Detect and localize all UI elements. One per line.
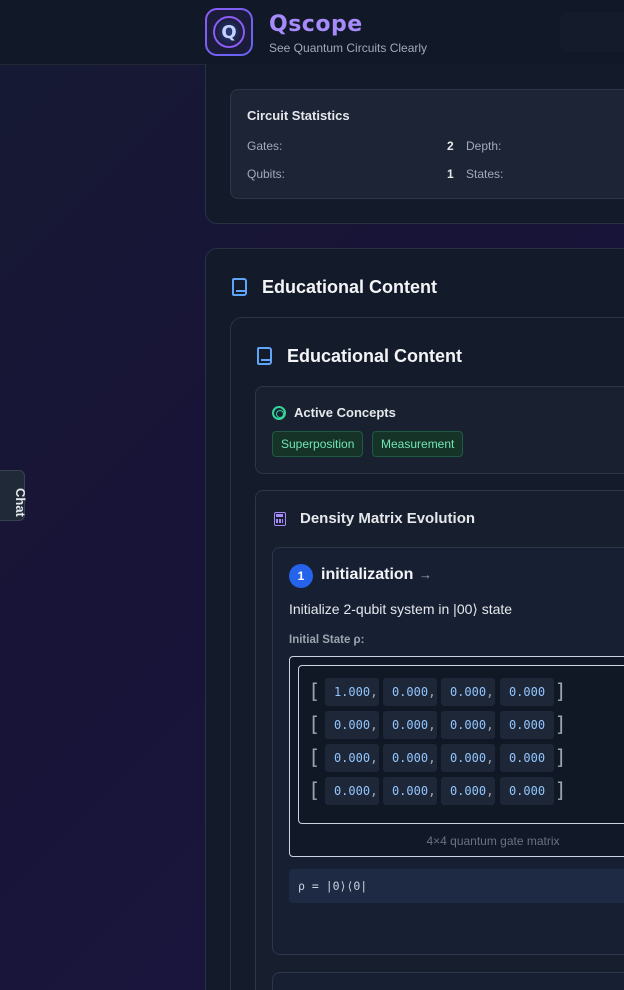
matrix-caption: 4×4 quantum gate matrix (426, 834, 560, 848)
matrix-separator: , (428, 751, 436, 766)
matrix-bracket-left: [ (311, 778, 319, 802)
educational-content-heading: Educational Content (262, 277, 437, 297)
matrix-bracket-left: [ (311, 712, 319, 736)
header-action[interactable] (560, 12, 624, 52)
matrix-separator: , (428, 685, 436, 700)
app-tagline: See Quantum Circuits Clearly (269, 41, 428, 55)
matrix-cell: 0.000 (500, 744, 554, 772)
matrix-separator: , (486, 751, 494, 766)
book-icon (257, 347, 272, 365)
matrix-separator: , (428, 718, 436, 733)
concept-tag-superposition[interactable]: Superposition (272, 431, 364, 457)
active-concepts-title: Active Concepts (294, 405, 396, 420)
gates-value: 2 (447, 139, 454, 153)
matrix-bracket-right: ] (556, 712, 564, 736)
app-title: Qscope (269, 12, 363, 37)
qubits-value: 1 (447, 167, 454, 181)
matrix-separator: , (370, 718, 378, 733)
initial-state-label: Initial State ρ: (289, 634, 365, 646)
app-logo[interactable]: Q (205, 8, 253, 56)
logo-inner: Q (207, 10, 251, 54)
arrow-right-icon[interactable]: → (419, 567, 432, 582)
matrix-bracket-left: [ (311, 679, 319, 703)
circuit-statistics-title: Circuit Statistics (247, 108, 350, 123)
step-title[interactable]: initialization (321, 566, 413, 584)
matrix-separator: , (486, 685, 494, 700)
matrix-cell: 0.000 (500, 678, 554, 706)
step-number-badge: 1 (289, 564, 313, 588)
matrix-separator: , (428, 784, 436, 799)
matrix-separator: , (486, 784, 494, 799)
qubits-label: Qubits: (247, 167, 286, 181)
active-concepts-card (255, 386, 624, 474)
density-formula: ρ = |0⟩⟨0| (298, 879, 368, 893)
matrix-separator: , (486, 718, 494, 733)
matrix-bracket-right: ] (556, 679, 564, 703)
matrix-cell: 0.000 (500, 777, 554, 805)
next-step-card (272, 972, 624, 990)
depth-label: Depth: (466, 139, 502, 153)
matrix-bracket-right: ] (556, 745, 564, 769)
matrix-bracket-right: ] (556, 778, 564, 802)
matrix-cell: 0.000 (500, 711, 554, 739)
calculator-icon (274, 512, 286, 526)
book-icon (232, 278, 247, 296)
step-description: Initialize 2-qubit system in |00⟩ state (289, 601, 513, 617)
concept-tag-measurement[interactable]: Measurement (372, 431, 464, 457)
matrix-separator: , (370, 784, 378, 799)
circuit-statistics-card (230, 89, 624, 199)
states-label: States: (466, 167, 504, 181)
density-matrix-title: Density Matrix Evolution (300, 510, 476, 527)
matrix-separator: , (370, 751, 378, 766)
matrix-separator: , (370, 685, 378, 700)
logo-letter: Q (221, 21, 237, 43)
gates-label: Gates: (247, 139, 283, 153)
chat-tab-label[interactable]: Chat (13, 488, 28, 517)
matrix-bracket-left: [ (311, 745, 319, 769)
educational-content-subheading: Educational Content (287, 346, 462, 366)
target-icon (272, 406, 286, 420)
